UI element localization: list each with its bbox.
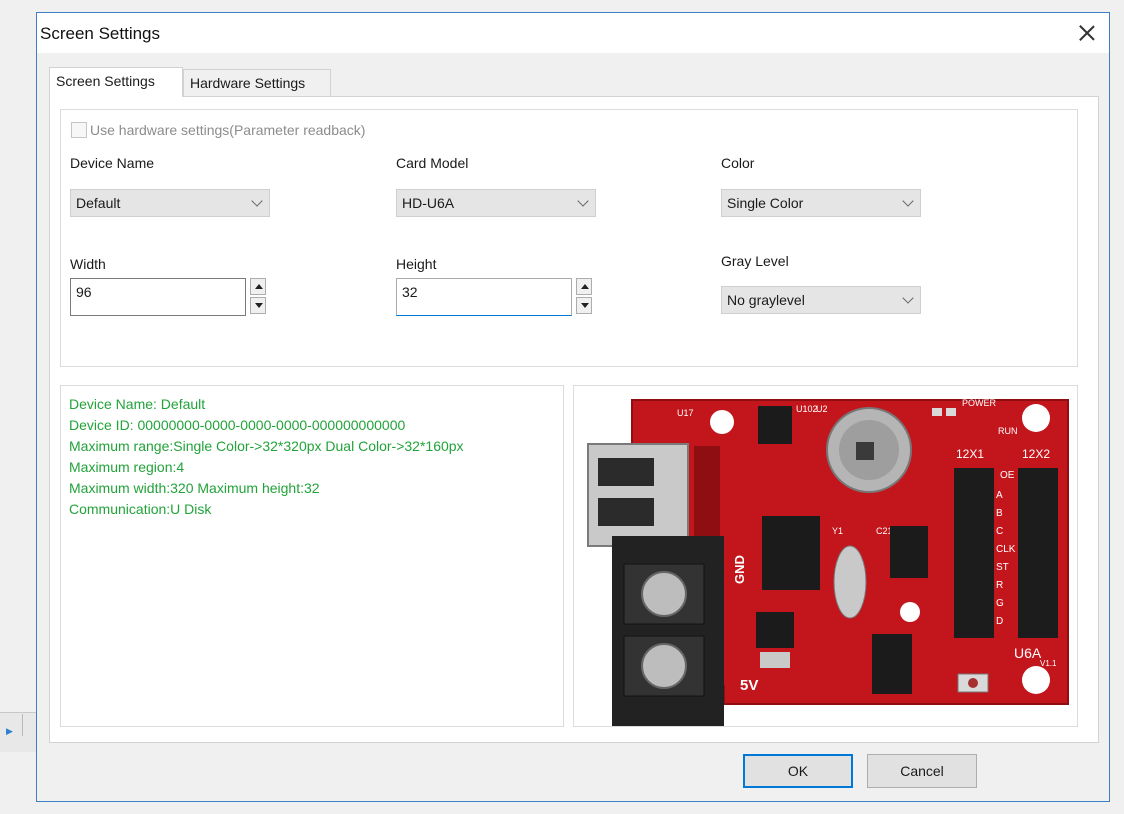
- pin-label: B: [996, 508, 1003, 519]
- info-communication: Communication:U Disk: [69, 501, 212, 517]
- label-hub-1: 12X1: [956, 447, 984, 461]
- info-device-id: Device ID: 00000000-0000-0000-0000-00000…: [69, 417, 406, 433]
- play-arrow-icon: ▶: [6, 726, 13, 736]
- pin-label: G: [996, 598, 1004, 609]
- label-u2: U2: [816, 404, 828, 414]
- label-y1: Y1: [832, 526, 843, 536]
- terminal-screw: [641, 571, 687, 617]
- label-gnd: GND: [732, 555, 747, 584]
- resistor-array: [694, 446, 720, 536]
- width-decrement-button[interactable]: [250, 297, 266, 314]
- label-u102: U102: [796, 404, 818, 414]
- regulator-tab: [760, 652, 790, 668]
- controller-card-image-panel: U17 U102 U2 POWER RUN GND Y1 C21 5V 12X1…: [573, 385, 1078, 727]
- label-run: RUN: [998, 426, 1018, 436]
- led-power: [932, 408, 942, 416]
- close-icon[interactable]: [1073, 19, 1101, 47]
- pin-label: OE: [1000, 470, 1015, 481]
- height-label: Height: [396, 256, 437, 272]
- pin-label: A: [996, 490, 1003, 501]
- mount-hole: [900, 602, 920, 622]
- window-title: Screen Settings: [40, 24, 161, 43]
- label-5v: 5V: [740, 677, 758, 694]
- device-name-select[interactable]: Default: [70, 189, 270, 217]
- regulator: [756, 612, 794, 648]
- arrow-down-icon: [255, 303, 263, 308]
- card-model-label: Card Model: [396, 155, 469, 171]
- crystal-y1: [833, 545, 867, 619]
- arrow-down-icon: [581, 303, 589, 308]
- chip-driver: [890, 526, 928, 578]
- height-decrement-button[interactable]: [576, 297, 592, 314]
- hub-connector-1: [954, 468, 994, 638]
- chip-u102: [758, 406, 792, 444]
- chip-buffer: [872, 634, 912, 694]
- main-chip: [762, 516, 820, 590]
- usb-slot-top: [598, 458, 654, 486]
- device-info-panel: Device Name: Default Device ID: 00000000…: [60, 385, 564, 727]
- usb-slot-bottom: [598, 498, 654, 526]
- gray-level-label: Gray Level: [721, 253, 789, 269]
- use-hardware-checkbox[interactable]: [71, 122, 87, 138]
- info-max-region: Maximum region:4: [69, 459, 185, 475]
- pin-label: D: [996, 616, 1003, 627]
- chevron-down-icon: [577, 195, 589, 207]
- mount-hole: [710, 410, 734, 434]
- cancel-button[interactable]: Cancel: [867, 754, 977, 788]
- info-max-range: Maximum range:Single Color->32*320px Dua…: [69, 438, 464, 454]
- pin-label: C: [996, 526, 1003, 537]
- label-hub-2: 12X2: [1022, 447, 1050, 461]
- use-hardware-label: Use hardware settings(Parameter readback…: [90, 122, 366, 138]
- tab-screen-settings[interactable]: Screen Settings: [49, 67, 183, 97]
- battery-clip: [856, 442, 874, 460]
- color-value: Single Color: [727, 195, 804, 211]
- chevron-down-icon: [902, 292, 914, 304]
- title-bar: Screen Settings: [37, 13, 1109, 53]
- settings-group: Use hardware settings(Parameter readback…: [60, 109, 1078, 367]
- use-hardware-checkbox-row[interactable]: Use hardware settings(Parameter readback…: [71, 122, 365, 138]
- arrow-up-icon: [581, 284, 589, 289]
- tab-hardware-settings[interactable]: Hardware Settings: [183, 69, 331, 97]
- screen-settings-dialog: Screen Settings Screen Settings Hardware…: [36, 12, 1110, 802]
- device-name-value: Default: [76, 195, 121, 211]
- width-stepper[interactable]: [250, 278, 266, 316]
- height-increment-button[interactable]: [576, 278, 592, 295]
- label-model: U6A: [1014, 645, 1042, 661]
- label-power: POWER: [962, 398, 997, 408]
- label-u17: U17: [677, 408, 694, 418]
- tab-panel-screen-settings: Use hardware settings(Parameter readback…: [49, 96, 1099, 743]
- controller-card-image: U17 U102 U2 POWER RUN GND Y1 C21 5V 12X1…: [587, 398, 1069, 726]
- width-increment-button[interactable]: [250, 278, 266, 295]
- chevron-down-icon: [902, 195, 914, 207]
- width-input[interactable]: 96: [70, 278, 246, 316]
- color-select[interactable]: Single Color: [721, 189, 921, 217]
- chevron-down-icon: [251, 195, 263, 207]
- led-run: [946, 408, 956, 416]
- card-model-value: HD-U6A: [402, 195, 455, 211]
- color-label: Color: [721, 155, 755, 171]
- mount-hole: [1022, 666, 1050, 694]
- hub-connector-2: [1018, 468, 1058, 638]
- info-device-name: Device Name: Default: [69, 396, 206, 412]
- width-label: Width: [70, 256, 106, 272]
- info-max-size: Maximum width:320 Maximum height:32: [69, 480, 320, 496]
- pin-label: ST: [996, 562, 1009, 573]
- pin-label: CLK: [996, 544, 1016, 555]
- gray-level-select[interactable]: No graylevel: [721, 286, 921, 314]
- background-divider: [22, 714, 23, 736]
- height-input[interactable]: 32: [396, 278, 572, 316]
- pin-label: R: [996, 580, 1003, 591]
- height-stepper[interactable]: [576, 278, 592, 316]
- card-model-select[interactable]: HD-U6A: [396, 189, 596, 217]
- mount-hole: [1022, 404, 1050, 432]
- gray-level-value: No graylevel: [727, 292, 805, 308]
- label-version: V1.1: [1040, 659, 1057, 668]
- device-name-label: Device Name: [70, 155, 155, 171]
- reset-button-cap: [968, 678, 978, 688]
- arrow-up-icon: [255, 284, 263, 289]
- ok-button[interactable]: OK: [743, 754, 853, 788]
- terminal-screw: [641, 643, 687, 689]
